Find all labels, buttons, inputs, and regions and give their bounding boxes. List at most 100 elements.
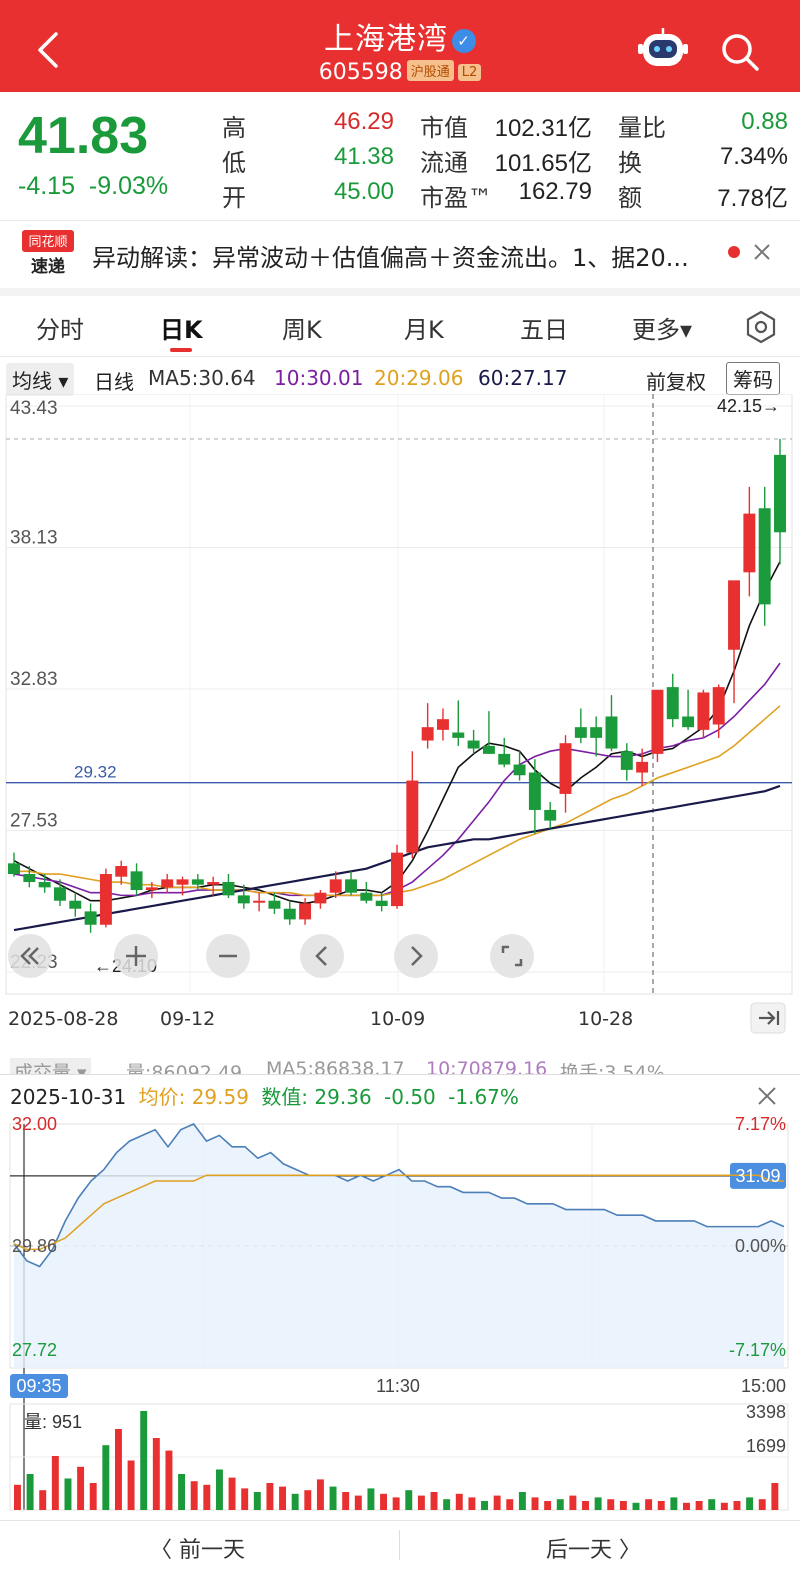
volume-bar bbox=[228, 1477, 236, 1510]
adjust-mode[interactable]: 前复权 bbox=[646, 366, 706, 395]
candle-body bbox=[391, 852, 403, 907]
candle-body bbox=[161, 879, 174, 888]
robot-assistant-icon[interactable] bbox=[638, 28, 688, 70]
volume-bar bbox=[771, 1483, 779, 1510]
volume-bar bbox=[506, 1499, 514, 1510]
logo-top-text: 同花顺 bbox=[28, 234, 67, 249]
volume-bar bbox=[266, 1483, 274, 1510]
y-bottom-label: 27.72 bbox=[12, 1340, 57, 1360]
volume-bar bbox=[594, 1497, 602, 1510]
candle-body bbox=[452, 732, 465, 738]
close-popup-icon[interactable] bbox=[756, 1085, 778, 1107]
scroll-left-button[interactable] bbox=[300, 934, 344, 978]
volume-mid-label: 1699 bbox=[746, 1436, 786, 1456]
volume-bar bbox=[392, 1497, 400, 1510]
ma10-legend: 10:30.01 bbox=[274, 366, 364, 390]
volume-bar bbox=[493, 1495, 501, 1510]
low-value: 41.38 bbox=[333, 143, 394, 170]
volume-bar bbox=[544, 1501, 552, 1510]
fullscreen-icon bbox=[501, 945, 523, 967]
volume-bar bbox=[165, 1450, 173, 1510]
tab-intraday[interactable]: 分时 bbox=[36, 310, 84, 345]
volume-ratio-value: 0.88 bbox=[741, 108, 788, 135]
candle-body bbox=[774, 454, 786, 533]
volume-bar bbox=[405, 1490, 413, 1510]
volume-bar bbox=[279, 1486, 287, 1510]
volume-bar bbox=[645, 1499, 653, 1510]
tab-monthly-k[interactable]: 月K bbox=[404, 310, 444, 345]
volume-bar bbox=[89, 1483, 97, 1510]
volume-bar bbox=[582, 1501, 589, 1510]
active-tab-indicator bbox=[170, 348, 192, 352]
tab-more[interactable]: 更多▾ bbox=[632, 310, 692, 345]
tab-five-day[interactable]: 五日 bbox=[520, 310, 568, 345]
candle-body bbox=[360, 892, 373, 901]
jump-latest-icon[interactable] bbox=[750, 1002, 786, 1034]
volume-bar bbox=[683, 1502, 690, 1510]
candle-body bbox=[130, 871, 143, 891]
volume-bar bbox=[127, 1460, 135, 1510]
zoom-out-button[interactable] bbox=[8, 934, 52, 978]
news-strip[interactable]: 同花顺 速递 异动解读：异常波动＋估值偏高＋资金流出。1、据20... bbox=[0, 222, 800, 286]
y-top-label: 32.00 bbox=[12, 1114, 57, 1134]
price-area bbox=[14, 1124, 784, 1368]
section-gap bbox=[0, 288, 800, 296]
zoom-in-button[interactable] bbox=[114, 934, 158, 978]
ma60-legend: 60:27.17 bbox=[478, 366, 568, 390]
date-tick: 10-28 bbox=[578, 1008, 634, 1030]
y-tick-label: 27.53 bbox=[10, 811, 58, 832]
volume-bar bbox=[670, 1497, 678, 1510]
minus-button[interactable] bbox=[206, 934, 250, 978]
candle-body bbox=[728, 580, 741, 650]
high-marker-label: 42.15→ bbox=[717, 396, 780, 416]
volume-bar bbox=[468, 1497, 476, 1510]
volume-bar bbox=[26, 1474, 34, 1510]
volume-bar bbox=[746, 1497, 754, 1510]
volume-bar bbox=[720, 1502, 728, 1510]
stock-header: 上海港湾 ✓ 605598 沪股通 L2 bbox=[0, 0, 800, 92]
time-mid-label: 11:30 bbox=[376, 1376, 420, 1396]
chevron-left-icon bbox=[315, 946, 327, 966]
volume-bar bbox=[152, 1438, 160, 1510]
high-label: 高 bbox=[222, 114, 246, 142]
volume-bar bbox=[114, 1429, 122, 1510]
volume-bar bbox=[708, 1499, 716, 1510]
volume-bar bbox=[178, 1474, 186, 1510]
float-label: 流通 bbox=[420, 149, 468, 177]
candle-body bbox=[605, 716, 618, 749]
divider bbox=[0, 220, 800, 221]
volume-bar bbox=[77, 1466, 85, 1510]
open-value: 45.00 bbox=[333, 178, 394, 205]
volume-bar bbox=[481, 1501, 488, 1510]
scroll-right-button[interactable] bbox=[394, 934, 438, 978]
divider bbox=[0, 356, 800, 357]
news-headline[interactable]: 异动解读：异常波动＋估值偏高＋资金流出。1、据20... bbox=[92, 238, 712, 273]
intraday-chart[interactable]: 32.00 29.86 27.72 7.17% 0.00% -7.17% 31.09 09:3… bbox=[0, 1106, 800, 1520]
tab-daily-k[interactable]: 日K bbox=[160, 310, 203, 345]
search-icon[interactable] bbox=[718, 30, 762, 74]
volume-bar bbox=[190, 1481, 198, 1510]
amount-value: 7.78亿 bbox=[717, 185, 788, 212]
ma-type-select[interactable]: 均线 ▾ bbox=[6, 363, 75, 396]
candle-body bbox=[712, 687, 725, 725]
candle-body bbox=[544, 809, 557, 821]
candle-body bbox=[559, 743, 572, 794]
volume-bar bbox=[518, 1492, 526, 1510]
reference-price-label: 29.32 bbox=[74, 763, 117, 782]
volume-bar bbox=[253, 1492, 261, 1510]
chart-settings-icon[interactable] bbox=[744, 310, 778, 344]
prev-day-button[interactable]: 〈 前一天 bbox=[150, 1532, 245, 1564]
kline-chart[interactable]: 43.4338.1332.8327.5322.2329.3242.15→←24.… bbox=[0, 394, 800, 996]
stock-name-text: 上海港湾 bbox=[324, 22, 448, 57]
pct-mid-label: 0.00% bbox=[735, 1236, 786, 1256]
volume-bar bbox=[329, 1486, 337, 1510]
tab-weekly-k[interactable]: 周K bbox=[282, 310, 322, 345]
candle-body bbox=[574, 727, 587, 738]
minus-icon bbox=[219, 954, 237, 958]
chips-button[interactable]: 筹码 bbox=[726, 362, 780, 395]
next-day-button[interactable]: 后一天 〉 bbox=[546, 1532, 641, 1564]
close-news-icon[interactable] bbox=[752, 242, 772, 262]
volume-bar bbox=[354, 1495, 362, 1510]
fullscreen-button[interactable] bbox=[490, 934, 534, 978]
candle-body bbox=[222, 882, 235, 896]
